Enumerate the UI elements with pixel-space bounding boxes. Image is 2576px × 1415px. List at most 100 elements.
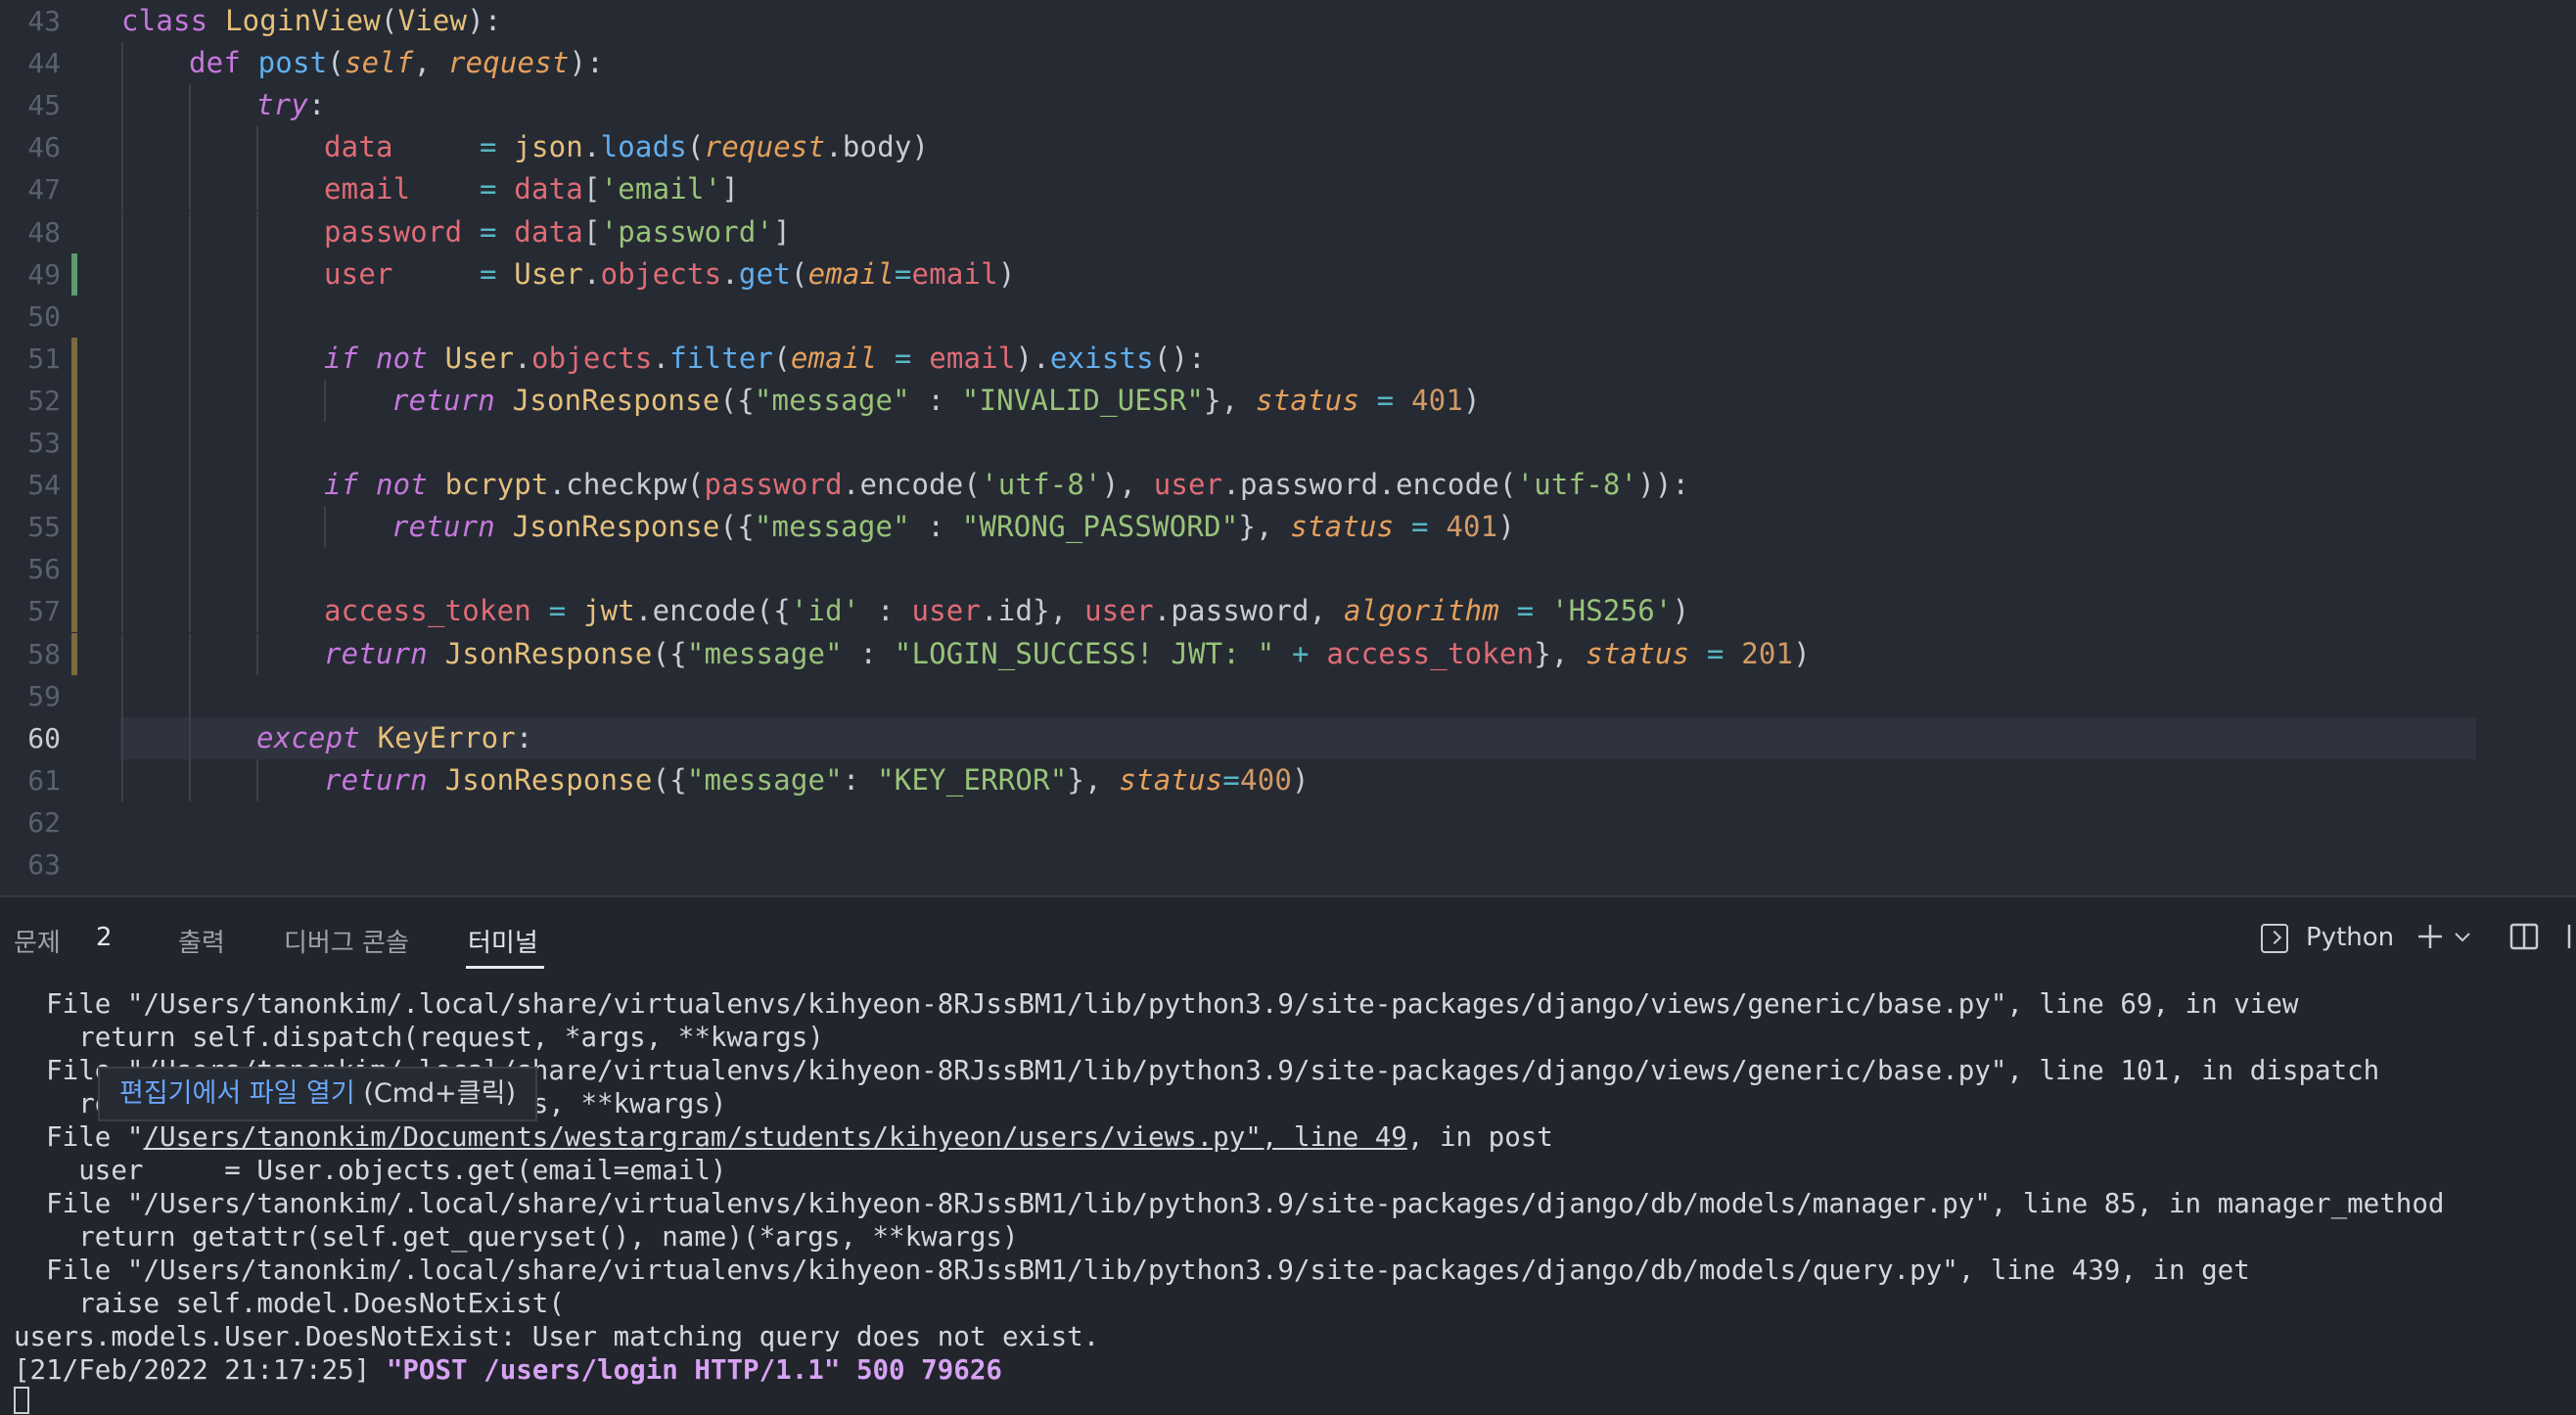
code-line[interactable]: 54 if not bcrypt.checkpw(password.encode(… (0, 464, 2576, 507)
code-line[interactable]: 51 if not User.objects.filter(email = ema… (0, 337, 2576, 380)
code-line[interactable]: 47 email = data['email'] (0, 168, 2576, 211)
git-modified-marker[interactable] (71, 632, 77, 675)
indent-guide (121, 42, 123, 85)
line-number: 55 (27, 511, 61, 544)
code-line[interactable]: 48 password = data['password'] (0, 210, 2576, 253)
file-link[interactable]: /Users/tanonkim/Documents/westargram/stu… (143, 1121, 1406, 1153)
line-number: 60 (27, 721, 61, 754)
code-line[interactable]: 43 class LoginView(View): (0, 0, 2576, 42)
code-line[interactable]: 55 return JsonResponse({"message" : "WRON… (0, 506, 2576, 549)
code-text: email = data['email'] (324, 172, 739, 206)
line-number: 45 (27, 89, 61, 122)
indent-guide (189, 632, 191, 675)
indent-guide (121, 252, 123, 296)
line-number: 63 (27, 848, 61, 881)
code-text: try: (256, 88, 326, 122)
code-line[interactable]: 49 user = User.objects.get(email=email) (0, 252, 2576, 296)
terminal-line: users.models.User.DoesNotExist: User mat… (14, 1321, 1100, 1352)
git-modified-marker[interactable] (71, 464, 77, 507)
code-text: password = data['password'] (324, 214, 791, 249)
chevron-down-icon[interactable] (2453, 927, 2472, 946)
line-number: 49 (27, 257, 61, 291)
indent-guide (256, 337, 258, 380)
indent-guide (121, 168, 123, 211)
indent-guide (189, 674, 191, 717)
indent-guide (256, 464, 258, 507)
git-modified-marker[interactable] (71, 548, 77, 591)
code-line[interactable]: 58 return JsonResponse({"message" : "LOGI… (0, 632, 2576, 675)
code-line[interactable]: 50 (0, 295, 2576, 338)
indent-guide (256, 632, 258, 675)
indent-guide (121, 379, 123, 422)
code-text: data = json.loads(request.body) (324, 130, 930, 164)
indent-guide (121, 210, 123, 253)
git-modified-marker[interactable] (71, 590, 77, 633)
code-line[interactable]: 62 (0, 801, 2576, 844)
tab-output[interactable]: 출력 (178, 923, 225, 959)
line-number: 61 (27, 763, 61, 797)
code-text: except KeyError: (256, 720, 533, 754)
indent-guide (324, 506, 326, 549)
server-log-line: [21/Feb/2022 21:17:25] "POST /users/logi… (14, 1354, 1002, 1386)
code-line[interactable]: 52 return JsonResponse({"message" : "INVA… (0, 379, 2576, 422)
open-in-editor-link[interactable]: 편집기에서 파일 열기 (119, 1078, 355, 1109)
terminal-line: File "/Users/tanonkim/.local/share/virtu… (14, 988, 2299, 1020)
indent-guide (121, 548, 123, 591)
code-editor[interactable]: 43 class LoginView(View): 44 def post(self,… (0, 0, 2576, 895)
line-number: 58 (27, 637, 61, 670)
terminal-line: raise self.model.DoesNotExist( (14, 1288, 565, 1319)
indent-guide (189, 379, 191, 422)
trash-icon[interactable] (2566, 922, 2576, 951)
indent-guide (121, 590, 123, 633)
code-text: return JsonResponse({"message" : "LOGIN_… (324, 636, 1811, 670)
indent-guide (189, 84, 191, 127)
git-modified-marker[interactable] (71, 379, 77, 422)
indent-guide (121, 126, 123, 169)
line-number: 52 (27, 384, 61, 417)
terminal-output[interactable]: File "/Users/tanonkim/.local/share/virtu… (14, 987, 2568, 1387)
code-line[interactable]: 56 (0, 548, 2576, 591)
indent-guide (256, 758, 258, 801)
line-number: 54 (27, 469, 61, 502)
indent-guide (121, 632, 123, 675)
code-line[interactable]: 45 try: (0, 84, 2576, 127)
indent-guide (189, 295, 191, 338)
git-modified-marker[interactable] (71, 422, 77, 464)
code-line[interactable]: 57 access_token = jwt.encode({'id' : user… (0, 590, 2576, 633)
indent-guide (189, 548, 191, 591)
split-terminal-icon[interactable] (2509, 922, 2539, 951)
terminal-line: user = User.objects.get(email=email) (14, 1155, 727, 1186)
terminal-line: File "/Users/tanonkim/.local/share/virtu… (14, 1255, 2250, 1286)
indent-guide (189, 168, 191, 211)
terminal-icon (2261, 924, 2288, 953)
line-number: 46 (27, 131, 61, 164)
line-number: 59 (27, 679, 61, 712)
line-number: 50 (27, 299, 61, 333)
git-added-marker[interactable] (71, 252, 77, 296)
indent-guide (121, 716, 123, 759)
plus-icon[interactable] (2415, 922, 2445, 951)
panel-tab-bar: 문제 2 출력 디버그 콘솔 터미널 Python (0, 897, 2576, 976)
code-line[interactable]: 44 def post(self, request): (0, 42, 2576, 85)
terminal-profile-label: Python (2306, 923, 2395, 952)
indent-guide (256, 422, 258, 464)
code-line[interactable]: 63 (0, 844, 2576, 886)
code-line[interactable]: 59 (0, 674, 2576, 717)
code-line[interactable]: 60 except KeyError: (0, 716, 2576, 759)
code-line[interactable]: 46 data = json.loads(request.body) (0, 126, 2576, 169)
indent-guide (256, 295, 258, 338)
line-number: 48 (27, 215, 61, 249)
code-line[interactable]: 53 (0, 422, 2576, 464)
terminal-line: File "/Users/tanonkim/.local/share/virtu… (14, 1188, 2445, 1219)
tab-terminal[interactable]: 터미널 (468, 923, 538, 959)
tab-problems[interactable]: 문제 (14, 923, 61, 959)
indent-guide (256, 590, 258, 633)
tab-debug-console[interactable]: 디버그 콘솔 (284, 923, 409, 959)
line-number: 56 (27, 553, 61, 586)
code-line[interactable]: 61 return JsonResponse({"message": "KEY_E… (0, 758, 2576, 801)
indent-guide (121, 337, 123, 380)
git-modified-marker[interactable] (71, 506, 77, 549)
bottom-panel: 문제 2 출력 디버그 콘솔 터미널 Python File "/Users/t… (0, 895, 2576, 1415)
code-text: def post(self, request): (189, 46, 604, 80)
git-modified-marker[interactable] (71, 337, 77, 380)
